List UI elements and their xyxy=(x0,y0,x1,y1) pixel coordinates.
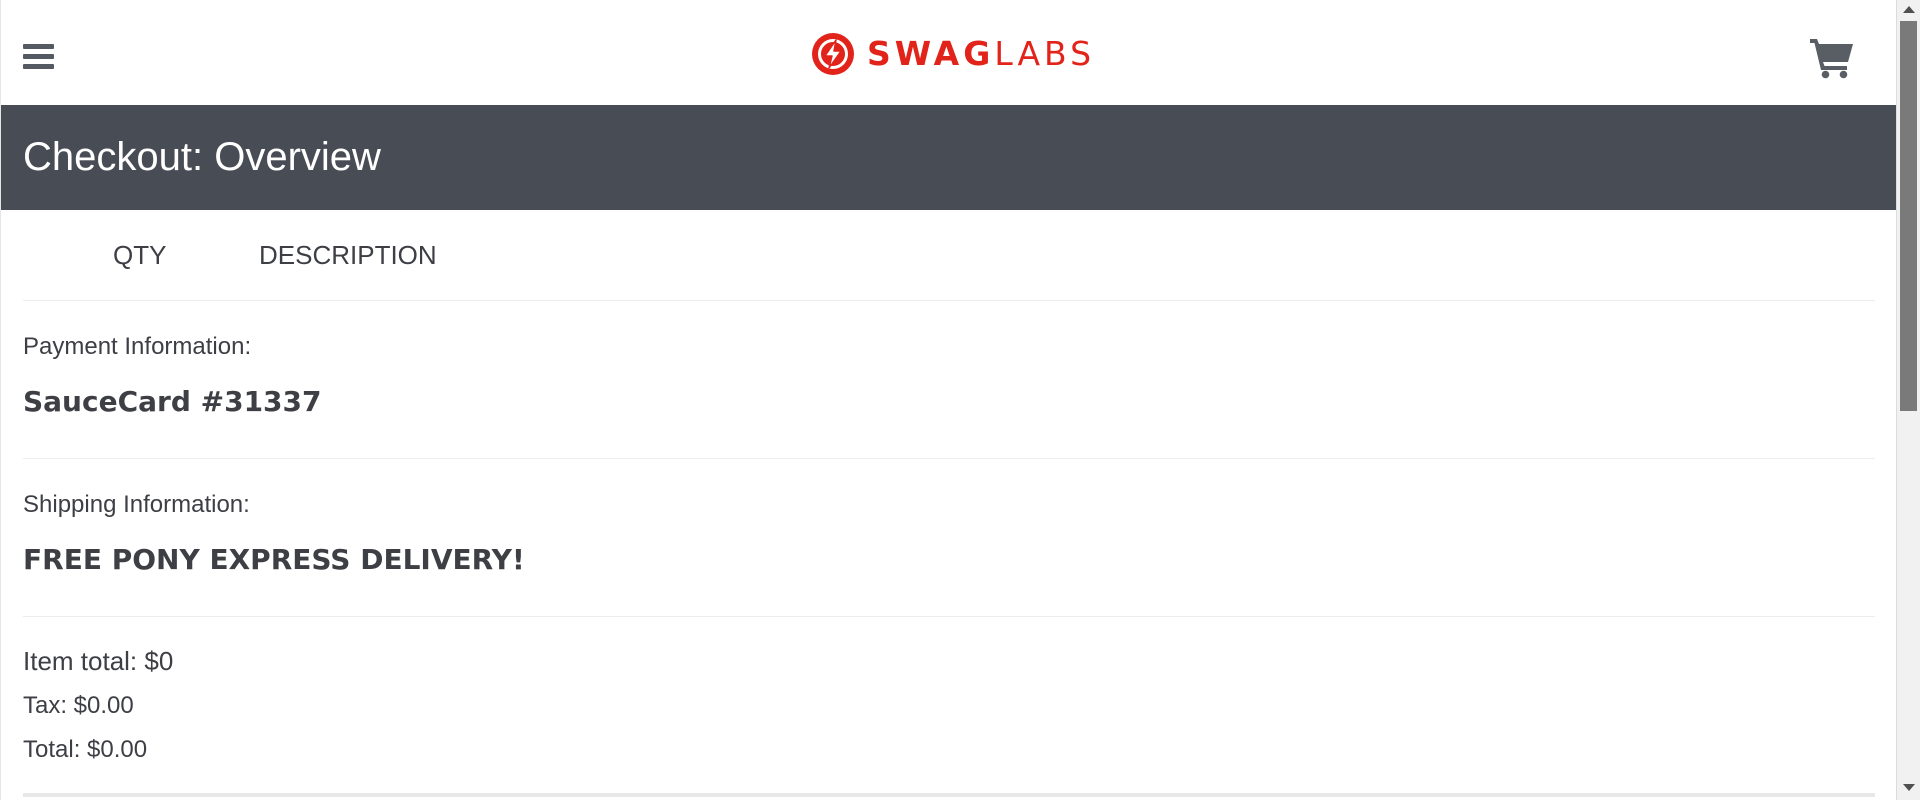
shipping-info-value: FREE PONY EXPRESS DELIVERY! xyxy=(23,543,525,576)
qty-column-label: QTY xyxy=(113,240,167,270)
logo-text-labs: LABS xyxy=(994,34,1096,73)
scroll-up-arrow-icon[interactable] xyxy=(1903,6,1915,13)
app-logo: SWAGLABS xyxy=(811,31,1095,77)
hamburger-menu-icon-bar xyxy=(23,64,54,69)
page-title: Checkout: Overview xyxy=(23,135,381,179)
shopping-cart-button[interactable] xyxy=(1809,35,1855,79)
lightning-bolt-logo-icon xyxy=(812,33,854,75)
hamburger-menu-icon xyxy=(23,44,54,49)
summary-divider xyxy=(23,793,1875,797)
top-header: SWAGLABS xyxy=(1,0,1897,105)
shopping-cart-icon xyxy=(1810,39,1853,79)
shipping-info-section: Shipping Information: FREE PONY EXPRESS … xyxy=(23,459,1875,617)
total-label: Total: $0.00 xyxy=(23,736,148,763)
payment-info-section: Payment Information: SauceCard #31337 xyxy=(23,301,1875,459)
payment-info-label: Payment Information: xyxy=(23,333,252,360)
tax-label: Tax: $0.00 xyxy=(23,692,134,719)
price-totals-section: Item total: $0 Tax: $0.00 Total: $0.00 xyxy=(23,617,1875,797)
browser-viewport: SWAGLABS Checkout: Overview QTY DESCRIPT… xyxy=(0,0,1920,800)
description-column-label: DESCRIPTION xyxy=(259,240,437,270)
vertical-scrollbar[interactable] xyxy=(1896,0,1920,800)
logo-text-swag: SWAG xyxy=(867,34,995,73)
scrollbar-thumb[interactable] xyxy=(1900,21,1917,411)
scroll-down-arrow-icon[interactable] xyxy=(1903,784,1915,791)
secondary-header: Checkout: Overview xyxy=(1,105,1897,210)
hamburger-menu-icon-bar xyxy=(23,54,54,59)
menu-button[interactable] xyxy=(23,44,54,69)
checkout-summary-container: QTY DESCRIPTION Payment Information: Sau… xyxy=(23,210,1875,797)
item-total-label: Item total: $0 xyxy=(23,646,174,676)
checkout-overview-page: SWAGLABS Checkout: Overview QTY DESCRIPT… xyxy=(0,0,1897,800)
shipping-info-label: Shipping Information: xyxy=(23,491,250,518)
payment-info-value: SauceCard #31337 xyxy=(23,385,322,418)
logo-text: SWAGLABS xyxy=(867,32,1095,76)
cart-list-header: QTY DESCRIPTION xyxy=(23,210,1875,301)
